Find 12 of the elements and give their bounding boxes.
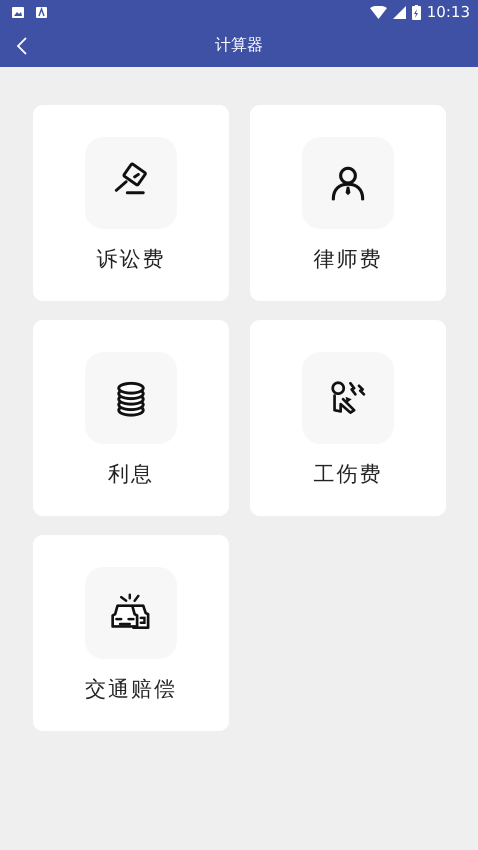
wifi-icon [370, 6, 387, 18]
app-bar-title: 计算器 [215, 35, 263, 54]
battery-icon [412, 4, 421, 20]
calculator-card[interactable]: 律师费 [250, 105, 446, 301]
notification-icon [36, 6, 47, 18]
calculator-card[interactable]: 诉讼费 [33, 105, 229, 301]
calculator-card[interactable]: 利息 [33, 320, 229, 516]
calculator-card[interactable]: 交通赔偿 [33, 535, 229, 731]
image-icon [12, 6, 24, 18]
calculator-card[interactable]: 工伤费 [250, 320, 446, 516]
signal-icon [392, 6, 406, 18]
status-time: 10:13 [426, 3, 470, 21]
